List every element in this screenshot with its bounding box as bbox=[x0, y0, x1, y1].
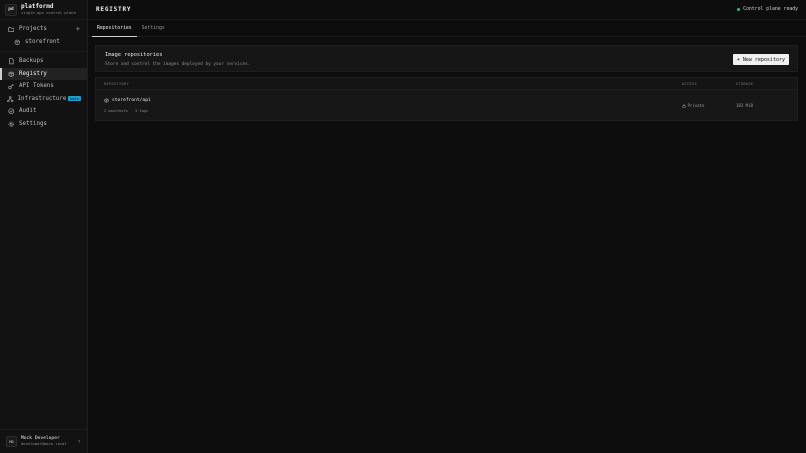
sidebar-item-projects[interactable]: Projects + bbox=[0, 23, 87, 36]
sidebar-item-label: Registry bbox=[19, 70, 47, 77]
sidebar-item-settings[interactable]: Settings bbox=[0, 118, 87, 131]
package-icon bbox=[104, 98, 109, 103]
key-icon bbox=[7, 82, 15, 90]
brand-subtitle: single-ops control plane bbox=[21, 9, 76, 15]
lock-icon bbox=[682, 103, 686, 108]
gear-icon bbox=[7, 120, 15, 128]
repository-meta: 2 manifests 3 tags bbox=[104, 109, 148, 113]
sidebar-item-label: Projects bbox=[19, 26, 47, 33]
sidebar-project-storefront[interactable]: storefront bbox=[0, 36, 87, 49]
panel-subtitle: Store and control the images deployed by… bbox=[105, 62, 251, 67]
sidebar-item-label: Audit bbox=[19, 108, 37, 115]
plus-icon: + bbox=[736, 56, 740, 63]
table-header: REPOSITORY ACCESS STORAGE bbox=[96, 78, 797, 90]
tag-count: 3 tags bbox=[134, 109, 148, 113]
user-menu[interactable]: MD Mock Developer developer@mock.local ‹ bbox=[0, 429, 88, 453]
sidebar-item-api-tokens[interactable]: API Tokens bbox=[0, 80, 87, 93]
sidebar-item-registry[interactable]: Registry bbox=[0, 67, 87, 80]
new-repository-label: New repository bbox=[742, 56, 785, 63]
sidebar-item-label: Settings bbox=[19, 120, 47, 127]
sidebar-item-audit[interactable]: Audit bbox=[0, 105, 87, 118]
repositories-table: REPOSITORY ACCESS STORAGE storefront/api… bbox=[95, 77, 798, 121]
access-cell: Private bbox=[682, 103, 704, 108]
avatar: MD bbox=[6, 436, 17, 447]
sidebar-item-infrastructure[interactable]: Infrastructure beta bbox=[0, 93, 87, 106]
top-bar: REGISTRY Control plane ready bbox=[88, 0, 806, 20]
tab-repositories[interactable]: Repositories bbox=[92, 20, 137, 37]
tab-settings[interactable]: Settings bbox=[137, 20, 170, 36]
user-email: developer@mock.local bbox=[21, 440, 67, 446]
brand[interactable]: pd platformd single-ops control plane bbox=[0, 0, 87, 20]
column-header-access[interactable]: ACCESS bbox=[682, 82, 697, 86]
sidebar-item-label: Backups bbox=[19, 58, 44, 65]
repositories-header-panel: Image repositories Store and control the… bbox=[95, 45, 798, 72]
sidebar-item-label: API Tokens bbox=[19, 83, 54, 90]
repository-name[interactable]: storefront/api bbox=[104, 98, 151, 103]
column-header-storage[interactable]: STORAGE bbox=[736, 82, 754, 86]
status-text: Control plane ready bbox=[743, 7, 798, 12]
sidebar-item-backups[interactable]: Backups bbox=[0, 55, 87, 68]
panel-title: Image repositories bbox=[105, 52, 163, 58]
new-repository-button[interactable]: + New repository bbox=[732, 54, 789, 65]
column-header-repository[interactable]: REPOSITORY bbox=[104, 82, 129, 86]
main-content: REGISTRY Control plane ready Repositorie… bbox=[88, 0, 806, 453]
status-dot-icon bbox=[737, 8, 741, 11]
logo: pd bbox=[5, 3, 17, 16]
access-text: Private bbox=[687, 103, 705, 108]
file-icon bbox=[7, 57, 15, 65]
box-icon bbox=[7, 70, 15, 78]
sidebar: pd platformd single-ops control plane Pr… bbox=[0, 0, 88, 453]
sidebar-item-label: Infrastructure bbox=[17, 95, 67, 102]
page-title: REGISTRY bbox=[96, 6, 132, 13]
folder-icon bbox=[7, 25, 15, 33]
beta-badge: beta bbox=[68, 96, 81, 102]
package-icon bbox=[13, 38, 21, 46]
network-icon bbox=[7, 95, 14, 103]
check-circle-icon bbox=[7, 107, 15, 115]
storage-cell: 183 MiB bbox=[736, 103, 753, 108]
chevron-left-icon[interactable]: ‹ bbox=[77, 438, 81, 445]
sidebar-item-label: storefront bbox=[25, 38, 60, 45]
status-indicator: Control plane ready bbox=[737, 7, 798, 12]
table-row[interactable]: storefront/api 2 manifests 3 tags Privat… bbox=[96, 90, 797, 120]
repository-name-text: storefront/api bbox=[112, 98, 151, 103]
add-project-icon[interactable]: + bbox=[76, 25, 80, 33]
tab-bar: Repositories Settings bbox=[88, 20, 806, 37]
manifest-count: 2 manifests bbox=[104, 109, 128, 113]
divider bbox=[0, 51, 87, 52]
